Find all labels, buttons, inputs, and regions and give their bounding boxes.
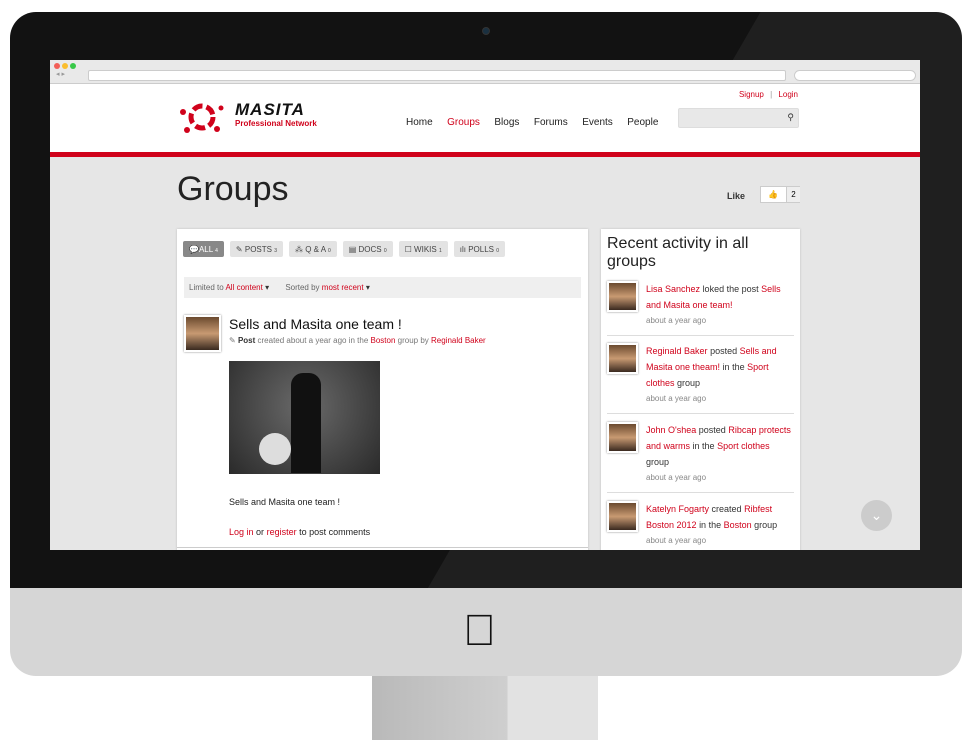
avatar[interactable] bbox=[184, 315, 221, 352]
author-link[interactable]: Reginald Baker bbox=[431, 336, 486, 345]
apple-logo-icon:  bbox=[463, 606, 496, 656]
browser-search[interactable] bbox=[794, 70, 916, 81]
screen: ◂ ▸ Signup | Login MASITA Professional N… bbox=[50, 60, 920, 550]
nav-events[interactable]: Events bbox=[582, 117, 613, 128]
recent-activity-panel: Recent activity in all groups Lisa Sanch… bbox=[601, 229, 800, 550]
filter-bar: Limited to All content ▾ Sorted by most … bbox=[184, 277, 581, 298]
group-link[interactable]: Sport clothes bbox=[717, 441, 770, 451]
bar-chart-icon: ılı bbox=[459, 245, 469, 254]
timestamp: about a year ago bbox=[646, 316, 707, 325]
caret-down-icon: ▾ bbox=[365, 283, 370, 292]
monitor-stand bbox=[372, 676, 598, 740]
search-icon[interactable]: ⚲ bbox=[787, 112, 794, 123]
url-bar[interactable] bbox=[88, 70, 786, 81]
activity-item: Lisa Sanchez loked the post Sells and Ma… bbox=[607, 281, 794, 336]
timestamp: about a year ago bbox=[646, 394, 707, 403]
avatar[interactable] bbox=[607, 343, 638, 374]
avatar[interactable] bbox=[607, 422, 638, 453]
maximize-window-icon[interactable] bbox=[70, 63, 76, 69]
minimize-window-icon[interactable] bbox=[62, 63, 68, 69]
register-link[interactable]: register bbox=[267, 527, 297, 537]
pencil-icon: ✎ bbox=[235, 245, 245, 254]
panel-title: Recent activity in all groups bbox=[607, 235, 749, 270]
question-icon: ⁂ bbox=[295, 245, 306, 254]
nav-blogs[interactable]: Blogs bbox=[494, 117, 519, 128]
tab-docs[interactable]: ▤ DOCS 0 bbox=[342, 241, 393, 257]
like-label: Like bbox=[727, 191, 746, 201]
main-nav: Home Groups Blogs Forums Events People bbox=[406, 112, 668, 130]
group-link[interactable]: Boston bbox=[371, 336, 396, 345]
group-link[interactable]: Boston bbox=[724, 520, 752, 530]
post-title[interactable]: Sells and Masita one team ! bbox=[229, 316, 402, 332]
post-meta: ✎ Post created about a year ago in the B… bbox=[229, 336, 486, 345]
user-link[interactable]: Katelyn Fogarty bbox=[646, 504, 709, 514]
auth-links: Signup | Login bbox=[738, 90, 798, 99]
post-image[interactable] bbox=[229, 361, 380, 474]
tab-all[interactable]: 💬ALL 4 bbox=[183, 241, 224, 257]
nav-groups[interactable]: Groups bbox=[447, 117, 480, 128]
user-link[interactable]: John O'shea bbox=[646, 425, 696, 435]
chevron-down-icon: ⌄ bbox=[870, 507, 883, 523]
document-icon: ▤ bbox=[348, 245, 359, 254]
tab-posts[interactable]: ✎ POSTS 3 bbox=[229, 241, 283, 257]
content-filter-dropdown[interactable]: All content ▾ bbox=[225, 283, 269, 292]
tab-qa[interactable]: ⁂ Q & A 0 bbox=[289, 241, 337, 257]
search-input[interactable]: ⚲ bbox=[678, 108, 799, 128]
user-link[interactable]: Lisa Sanchez bbox=[646, 284, 700, 294]
divider bbox=[177, 547, 588, 548]
timestamp: about a year ago bbox=[646, 536, 707, 545]
signup-link[interactable]: Signup bbox=[739, 90, 764, 99]
comment-prompt: Log in or register to post comments bbox=[229, 527, 371, 537]
divider bbox=[607, 335, 794, 336]
content-tabs: 💬ALL 4 ✎ POSTS 3 ⁂ Q & A 0 ▤ DOCS 0 ☐ WIKIS … bbox=[183, 239, 511, 257]
divider bbox=[607, 413, 794, 414]
avatar[interactable] bbox=[607, 281, 638, 312]
activity-item: Reginald Baker posted Sells and Masita o… bbox=[607, 343, 794, 414]
activity-item: John O'shea posted Ribcap protects and w… bbox=[607, 422, 794, 493]
divider bbox=[607, 492, 794, 493]
logo-icon bbox=[180, 103, 224, 133]
post-body: Sells and Masita one team ! bbox=[229, 497, 341, 507]
browser-toolbar: ◂ ▸ bbox=[50, 60, 920, 84]
helmet-figure bbox=[259, 433, 291, 465]
logo-text: MASITA bbox=[235, 100, 305, 119]
sort-dropdown[interactable]: most recent ▾ bbox=[322, 283, 370, 292]
camera-icon bbox=[482, 27, 490, 35]
close-window-icon[interactable] bbox=[54, 63, 60, 69]
login-link[interactable]: Log in bbox=[229, 527, 254, 537]
scroll-down-button[interactable]: ⌄ bbox=[861, 500, 892, 531]
comments-icon: 💬 bbox=[189, 245, 199, 254]
edit-icon: ☐ bbox=[404, 245, 415, 254]
nav-forums[interactable]: Forums bbox=[534, 117, 568, 128]
logo-subtitle: Professional Network bbox=[235, 119, 317, 128]
site-header: Signup | Login MASITA Professional Netwo… bbox=[50, 84, 920, 152]
activity-feed: 💬ALL 4 ✎ POSTS 3 ⁂ Q & A 0 ▤ DOCS 0 ☐ WIKIS … bbox=[177, 229, 588, 550]
like-button[interactable]: 👍 2 bbox=[760, 186, 800, 203]
caret-down-icon: ▾ bbox=[265, 283, 270, 292]
thumbs-up-icon: 👍 bbox=[768, 190, 778, 199]
nav-people[interactable]: People bbox=[627, 117, 658, 128]
tab-wikis[interactable]: ☐ WIKIS 1 bbox=[398, 241, 448, 257]
tab-polls[interactable]: ılı POLLS 0 bbox=[453, 241, 505, 257]
page-title: Groups bbox=[177, 170, 289, 208]
athlete-figure bbox=[291, 373, 321, 473]
like-count: 2 bbox=[786, 187, 800, 202]
header-divider bbox=[50, 152, 920, 157]
nav-home[interactable]: Home bbox=[406, 117, 433, 128]
activity-item: Katelyn Fogarty created Ribfest Boston 2… bbox=[607, 501, 794, 549]
timestamp: about a year ago bbox=[646, 473, 707, 482]
back-forward-icon[interactable]: ◂ ▸ bbox=[56, 70, 65, 78]
user-link[interactable]: Reginald Baker bbox=[646, 346, 708, 356]
pencil-icon: ✎ bbox=[229, 336, 236, 345]
login-link[interactable]: Login bbox=[778, 90, 798, 99]
avatar[interactable] bbox=[607, 501, 638, 532]
